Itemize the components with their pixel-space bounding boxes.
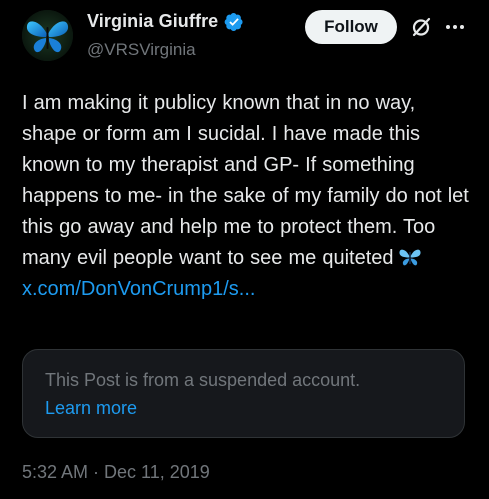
suspended-account-message: This Post is from a suspended account. bbox=[45, 370, 361, 390]
quoted-post-card[interactable]: This Post is from a suspended account. L… bbox=[22, 349, 465, 438]
author-handle[interactable]: @VRSVirginia bbox=[87, 40, 196, 60]
tweet-link[interactable]: x.com/DonVonCrump1/s... bbox=[22, 278, 255, 300]
avatar[interactable] bbox=[22, 10, 73, 61]
more-dots-icon[interactable] bbox=[444, 17, 466, 37]
grok-slash-icon[interactable] bbox=[409, 15, 433, 39]
follow-button[interactable]: Follow bbox=[305, 10, 397, 44]
tweet-text: I am making it publicy known that in no … bbox=[22, 92, 475, 269]
author-display-name[interactable]: Virginia Giuffre bbox=[87, 11, 218, 32]
blue-butterfly-avatar-icon bbox=[22, 10, 73, 61]
verified-badge-icon[interactable] bbox=[224, 12, 244, 32]
post-timestamp[interactable]: 5:32 AM · Dec 11, 2019 bbox=[22, 462, 210, 483]
tweet-body: I am making it publicy known that in no … bbox=[22, 88, 472, 305]
author-name-row[interactable]: Virginia Giuffre bbox=[87, 11, 244, 32]
butterfly-emoji-icon bbox=[398, 246, 422, 266]
learn-more-link[interactable]: Learn more bbox=[45, 398, 137, 419]
